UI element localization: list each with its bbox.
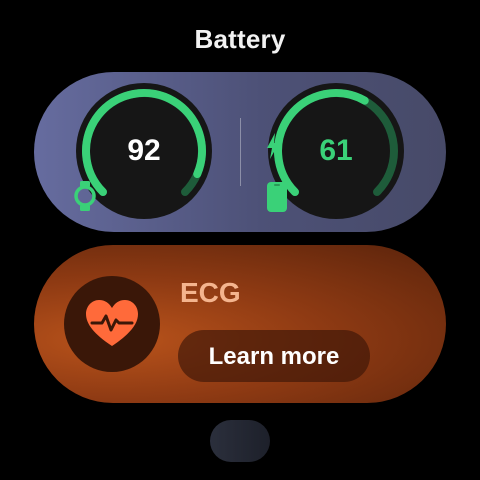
charging-bolt-icon [267, 133, 279, 159]
watch-battery-value: 92 [127, 134, 161, 167]
watch-screen: Battery 92 61 ECG Learn more [0, 0, 480, 480]
bottom-page-indicator[interactable] [210, 420, 270, 462]
gauge-divider [240, 118, 241, 186]
watch-battery-gauge: 92 [74, 81, 214, 221]
phone-battery-gauge: 61 [266, 81, 406, 221]
heart-ecg-icon [86, 300, 138, 346]
learn-more-button[interactable]: Learn more [178, 330, 370, 382]
phone-battery-value: 61 [319, 134, 353, 167]
ecg-icon-container [64, 276, 160, 372]
phone-battery-readout: 61 [266, 133, 406, 169]
ecg-label: ECG [180, 277, 241, 308]
page-title: Battery [194, 24, 286, 54]
battery-tile[interactable]: 92 61 [34, 72, 446, 232]
ecg-tile[interactable]: ECG Learn more [34, 245, 446, 403]
